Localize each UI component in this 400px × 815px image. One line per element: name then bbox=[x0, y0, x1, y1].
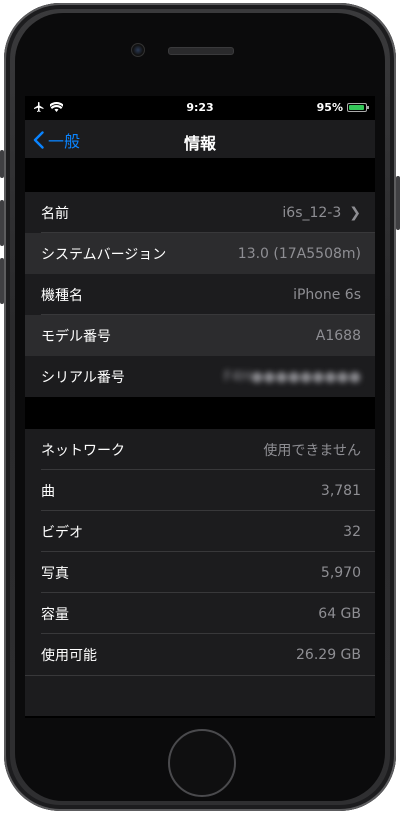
row-serial-number[interactable]: シリアル番号 F4H●●●●●●●●● bbox=[25, 356, 375, 397]
row-value: i6s_12-3 bbox=[282, 204, 342, 221]
section-spacer bbox=[25, 158, 375, 192]
row-model-name: 機種名 iPhone 6s bbox=[25, 274, 375, 315]
row-capacity: 容量 64 GB bbox=[25, 593, 375, 634]
row-label: 写真 bbox=[41, 565, 69, 582]
status-bar: 9:23 95% bbox=[25, 96, 375, 120]
row-value: 使用できません bbox=[263, 442, 361, 459]
row-label: 使用可能 bbox=[41, 647, 97, 664]
row-label: ネットワーク bbox=[41, 442, 125, 459]
battery-fill bbox=[349, 105, 365, 110]
home-button[interactable] bbox=[168, 729, 236, 797]
row-value: 32 bbox=[343, 523, 361, 540]
row-label: 曲 bbox=[41, 483, 55, 500]
chevron-right-icon: ❯ bbox=[349, 204, 361, 221]
navigation-bar: 一般 情報 bbox=[25, 120, 375, 158]
row-value: 13.0 (17A5508m) bbox=[237, 245, 361, 262]
row-value-redacted: F4H●●●●●●●●● bbox=[223, 368, 361, 385]
earpiece-speaker bbox=[168, 47, 234, 55]
row-model-number[interactable]: モデル番号 A1688 bbox=[25, 315, 375, 356]
row-label: 機種名 bbox=[41, 287, 83, 304]
bottom-cell-partial bbox=[25, 675, 375, 716]
screen: 9:23 95% 一般 情報 名前 i6s_12-3 ❯ システムバージョン 1… bbox=[25, 96, 375, 718]
battery-icon bbox=[347, 103, 369, 112]
row-label: モデル番号 bbox=[41, 328, 111, 345]
row-name[interactable]: 名前 i6s_12-3 ❯ bbox=[25, 192, 375, 233]
row-value: 26.29 GB bbox=[296, 646, 361, 663]
row-value: 64 GB bbox=[318, 605, 361, 622]
row-label: 容量 bbox=[41, 606, 69, 623]
row-value: 3,781 bbox=[320, 482, 361, 499]
battery-percent: 95% bbox=[316, 101, 343, 114]
mute-switch bbox=[0, 150, 4, 178]
row-photos: 写真 5,970 bbox=[25, 552, 375, 593]
power-button bbox=[396, 176, 400, 230]
row-videos: ビデオ 32 bbox=[25, 511, 375, 552]
row-network: ネットワーク 使用できません bbox=[25, 429, 375, 470]
usage-info-group: ネットワーク 使用できません 曲 3,781 ビデオ 32 写真 5,970 容… bbox=[25, 429, 375, 675]
row-label: 名前 bbox=[41, 205, 69, 222]
row-label: シリアル番号 bbox=[41, 369, 125, 386]
section-spacer bbox=[25, 397, 375, 429]
row-system-version[interactable]: システムバージョン 13.0 (17A5508m) bbox=[25, 233, 375, 274]
row-label: ビデオ bbox=[41, 524, 83, 541]
row-label: システムバージョン bbox=[41, 246, 167, 263]
row-value: A1688 bbox=[315, 327, 361, 344]
row-available: 使用可能 26.29 GB bbox=[25, 634, 375, 675]
volume-up-button bbox=[0, 200, 4, 246]
row-value: 5,970 bbox=[320, 564, 361, 581]
status-right: 95% bbox=[316, 101, 369, 114]
row-value: iPhone 6s bbox=[293, 286, 361, 303]
device-info-group: 名前 i6s_12-3 ❯ システムバージョン 13.0 (17A5508m) … bbox=[25, 192, 375, 397]
volume-down-button bbox=[0, 258, 4, 304]
front-camera bbox=[131, 43, 145, 57]
row-songs: 曲 3,781 bbox=[25, 470, 375, 511]
page-title: 情報 bbox=[183, 134, 216, 153]
